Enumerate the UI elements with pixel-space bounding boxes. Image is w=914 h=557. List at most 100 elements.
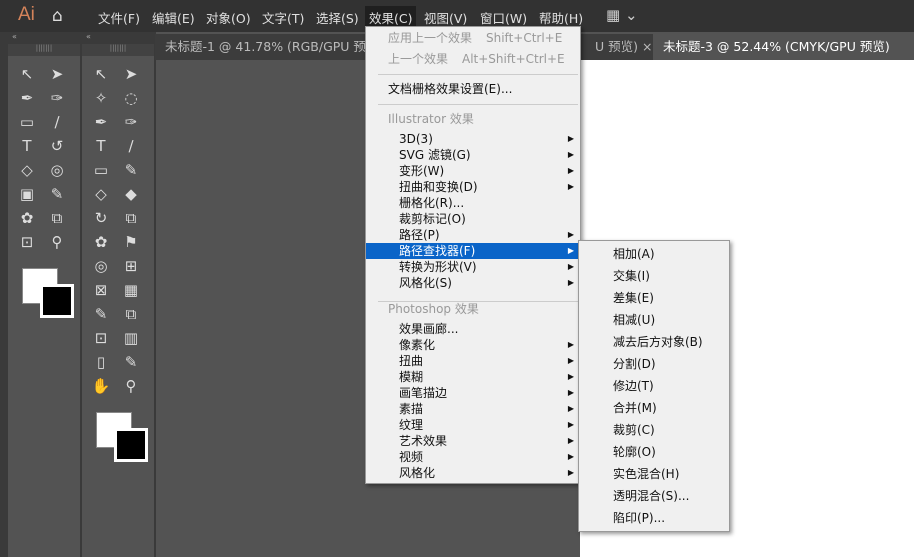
tool-icon[interactable]: ⚲ — [116, 374, 146, 398]
tool-icon[interactable]: ⊠ — [86, 278, 116, 302]
close-icon[interactable]: × — [642, 39, 652, 54]
menu-item[interactable]: 减去后方对象(B) — [579, 331, 729, 353]
tool-icon[interactable]: ⚲ — [42, 230, 72, 254]
submenu-arrow-icon: ▶ — [567, 134, 574, 143]
tool-icon[interactable]: ◌ — [116, 86, 146, 110]
menu-item[interactable]: 模糊 ▶ — [366, 369, 580, 385]
tab-doc-3[interactable]: 未标题-3 @ 52.44% (CMYK/GPU 预览) × — [653, 34, 914, 80]
tool-icon[interactable]: ◎ — [42, 158, 72, 182]
tool-icon[interactable]: ◇ — [12, 158, 42, 182]
menu-item[interactable]: 艺术效果 ▶ — [366, 433, 580, 449]
tool-icon[interactable]: ✒ — [86, 110, 116, 134]
menu-6[interactable]: 视图(V) — [424, 8, 467, 27]
menu-item[interactable]: 视频 ▶ — [366, 449, 580, 465]
tool-icon[interactable]: ∕ — [116, 134, 146, 158]
toolbar-1: «||||||| ↖ ➤ ✒ ✑ ▭ ∕ T ↺ ◇ ◎ ▣ ✎ ✿ ⧉ ⊡ ⚲ — [8, 32, 82, 557]
tool-icon[interactable]: ↖ — [86, 62, 116, 86]
menu-2[interactable]: 对象(O) — [206, 8, 251, 27]
tool-icon[interactable]: ⊡ — [86, 326, 116, 350]
menu-item[interactable]: 扭曲 ▶ — [366, 353, 580, 369]
menu-item[interactable]: 相加(A) — [579, 243, 729, 265]
menu-8[interactable]: 帮助(H) — [539, 8, 583, 27]
tool-icon[interactable]: ∕ — [42, 110, 72, 134]
menu-item[interactable]: 陷印(P)... — [579, 507, 729, 529]
tab-doc-2[interactable]: U 预览) × — [585, 34, 662, 60]
tool-icon[interactable]: ▦ — [116, 278, 146, 302]
tool-icon[interactable]: ✋ — [86, 374, 116, 398]
tool-icon[interactable]: T — [12, 134, 42, 158]
menu-0[interactable]: 文件(F) — [98, 8, 140, 27]
menu-item[interactable]: SVG 滤镜(G) ▶ — [366, 147, 580, 163]
menu-item[interactable]: 像素化 ▶ — [366, 337, 580, 353]
menu-item[interactable]: 实色混合(H) — [579, 463, 729, 485]
menu-item[interactable]: 相减(U) — [579, 309, 729, 331]
tool-icon[interactable]: ⧉ — [116, 206, 146, 230]
tool-icon[interactable]: ➤ — [116, 62, 146, 86]
menu-item[interactable]: 差集(E) — [579, 287, 729, 309]
menu-item-apply-last-effect[interactable]: 应用上一个效果 Shift+Ctrl+E — [366, 30, 580, 46]
menu-item-last-effect[interactable]: 上一个效果 Alt+Shift+Ctrl+E — [366, 51, 580, 67]
menu-item[interactable]: 分割(D) — [579, 353, 729, 375]
submenu-arrow-icon: ▶ — [567, 372, 574, 381]
tool-icon[interactable]: ⊞ — [116, 254, 146, 278]
menu-item[interactable]: 裁剪标记(O) — [366, 211, 580, 227]
menu-7[interactable]: 窗口(W) — [480, 8, 527, 27]
workspace-switcher-icon[interactable]: ▦ ⌄ — [606, 6, 638, 24]
tool-icon[interactable]: ✎ — [86, 302, 116, 326]
tool-icon[interactable]: ▥ — [116, 326, 146, 350]
tool-icon[interactable]: ✿ — [86, 230, 116, 254]
home-icon[interactable]: ⌂ — [52, 6, 63, 26]
menu-item[interactable]: 变形(W) ▶ — [366, 163, 580, 179]
menu-item[interactable]: 合并(M) — [579, 397, 729, 419]
tool-icon[interactable]: ✎ — [42, 182, 72, 206]
tool-icon[interactable]: ⧉ — [116, 302, 146, 326]
menu-3[interactable]: 文字(T) — [262, 8, 304, 27]
menu-item[interactable]: 素描 ▶ — [366, 401, 580, 417]
menu-item[interactable]: 扭曲和变换(D) ▶ — [366, 179, 580, 195]
menu-item[interactable]: 路径查找器(F) ▶ — [366, 243, 580, 259]
menu-item[interactable]: 纹理 ▶ — [366, 417, 580, 433]
menu-item[interactable]: 栅格化(R)... — [366, 195, 580, 211]
tool-icon[interactable]: ▯ — [86, 350, 116, 374]
tool-icon[interactable]: ◇ — [86, 182, 116, 206]
tool-icon[interactable]: ▣ — [12, 182, 42, 206]
menu-item[interactable]: 透明混合(S)... — [579, 485, 729, 507]
menu-item[interactable]: 3D(3) ▶ — [366, 131, 580, 147]
menu-4[interactable]: 选择(S) — [316, 8, 359, 27]
fill-stroke-swatch[interactable] — [88, 408, 148, 468]
tool-icon[interactable]: ⊡ — [12, 230, 42, 254]
tool-icon[interactable]: ◆ — [116, 182, 146, 206]
menu-item[interactable]: 修边(T) — [579, 375, 729, 397]
tool-icon[interactable]: ✧ — [86, 86, 116, 110]
tool-icon[interactable]: ↖ — [12, 62, 42, 86]
tool-icon[interactable]: ✑ — [116, 110, 146, 134]
tool-icon[interactable]: ↺ — [42, 134, 72, 158]
tool-icon[interactable]: T — [86, 134, 116, 158]
tool-icon[interactable]: ↻ — [86, 206, 116, 230]
tool-icon[interactable]: ⚑ — [116, 230, 146, 254]
menu-item[interactable]: 裁剪(C) — [579, 419, 729, 441]
tool-icon[interactable]: ⧉ — [42, 206, 72, 230]
tool-icon[interactable]: ✎ — [116, 158, 146, 182]
menu-item[interactable]: 轮廓(O) — [579, 441, 729, 463]
tool-icon[interactable]: ✎ — [116, 350, 146, 374]
menu-item[interactable]: 风格化(S) ▶ — [366, 275, 580, 291]
menu-item[interactable]: 路径(P) ▶ — [366, 227, 580, 243]
tool-icon[interactable]: ➤ — [42, 62, 72, 86]
tool-icon[interactable]: ▭ — [12, 110, 42, 134]
menu-1[interactable]: 编辑(E) — [152, 8, 195, 27]
tool-icon[interactable]: ◎ — [86, 254, 116, 278]
fill-stroke-swatch[interactable] — [14, 264, 74, 324]
tab-doc-1[interactable]: 未标题-1 @ 41.78% (RGB/GPU 预览) — [155, 34, 393, 60]
tool-icon[interactable]: ✿ — [12, 206, 42, 230]
tool-icon[interactable]: ✒ — [12, 86, 42, 110]
menu-item[interactable]: 画笔描边 ▶ — [366, 385, 580, 401]
menu-item[interactable]: 交集(I) — [579, 265, 729, 287]
menu-item-document-raster-settings[interactable]: 文档栅格效果设置(E)... — [366, 81, 580, 97]
tool-icon[interactable]: ✑ — [42, 86, 72, 110]
submenu-arrow-icon: ▶ — [567, 246, 574, 255]
menu-item[interactable]: 转换为形状(V) ▶ — [366, 259, 580, 275]
menu-item[interactable]: 风格化 ▶ — [366, 465, 580, 481]
menu-item[interactable]: 效果画廊... — [366, 321, 580, 337]
tool-icon[interactable]: ▭ — [86, 158, 116, 182]
